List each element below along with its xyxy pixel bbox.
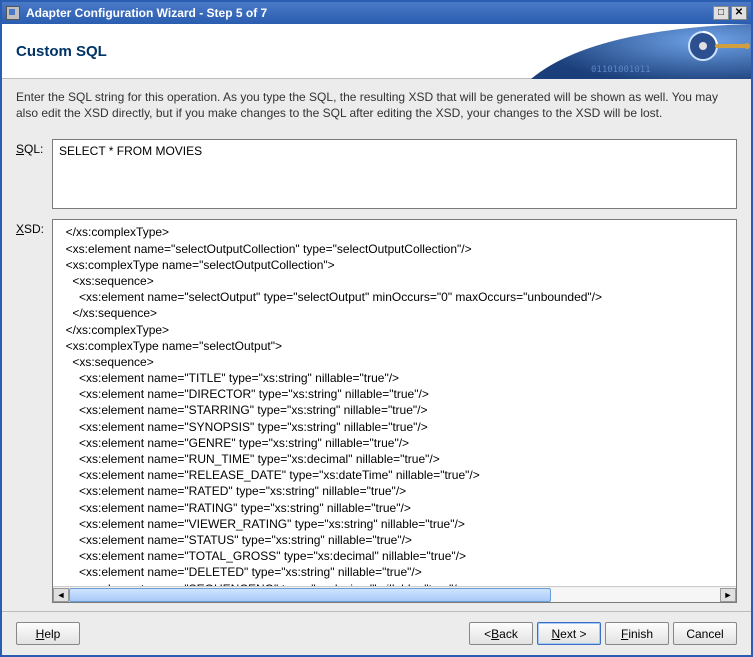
xsd-label: XSD: bbox=[16, 219, 52, 603]
maximize-button[interactable]: □ bbox=[713, 6, 729, 20]
xsd-row: XSD: </xs:complexType> <xs:element name=… bbox=[16, 219, 737, 603]
content-area: Enter the SQL string for this operation.… bbox=[2, 79, 751, 611]
sql-input[interactable] bbox=[52, 139, 737, 209]
scroll-right-arrow[interactable]: ► bbox=[720, 588, 736, 602]
sql-row: SQL: bbox=[16, 139, 737, 209]
button-bar: Help < Back Next > Finish Cancel bbox=[2, 611, 751, 655]
back-button[interactable]: < Back bbox=[469, 622, 533, 645]
app-icon bbox=[6, 6, 20, 20]
window-title: Adapter Configuration Wizard - Step 5 of… bbox=[26, 6, 267, 20]
sql-label: SQL: bbox=[16, 139, 52, 156]
titlebar[interactable]: Adapter Configuration Wizard - Step 5 of… bbox=[2, 2, 751, 24]
page-title: Custom SQL bbox=[16, 43, 107, 60]
banner-graphic: 01101001011 bbox=[531, 24, 751, 79]
xsd-textarea[interactable]: </xs:complexType> <xs:element name="sele… bbox=[53, 220, 736, 586]
close-button[interactable]: ✕ bbox=[731, 6, 747, 20]
finish-button[interactable]: Finish bbox=[605, 622, 669, 645]
banner: Custom SQL 01101001011 bbox=[2, 24, 751, 79]
svg-text:01101001011: 01101001011 bbox=[591, 65, 651, 75]
instructions-text: Enter the SQL string for this operation.… bbox=[16, 89, 737, 121]
next-button[interactable]: Next > bbox=[537, 622, 601, 645]
help-button[interactable]: Help bbox=[16, 622, 80, 645]
xsd-horizontal-scrollbar[interactable]: ◄ ► bbox=[53, 586, 736, 602]
scroll-track[interactable] bbox=[69, 588, 720, 602]
wizard-window: Adapter Configuration Wizard - Step 5 of… bbox=[0, 0, 753, 657]
cancel-button[interactable]: Cancel bbox=[673, 622, 737, 645]
scroll-thumb[interactable] bbox=[69, 588, 551, 602]
xsd-box: </xs:complexType> <xs:element name="sele… bbox=[52, 219, 737, 603]
scroll-left-arrow[interactable]: ◄ bbox=[53, 588, 69, 602]
